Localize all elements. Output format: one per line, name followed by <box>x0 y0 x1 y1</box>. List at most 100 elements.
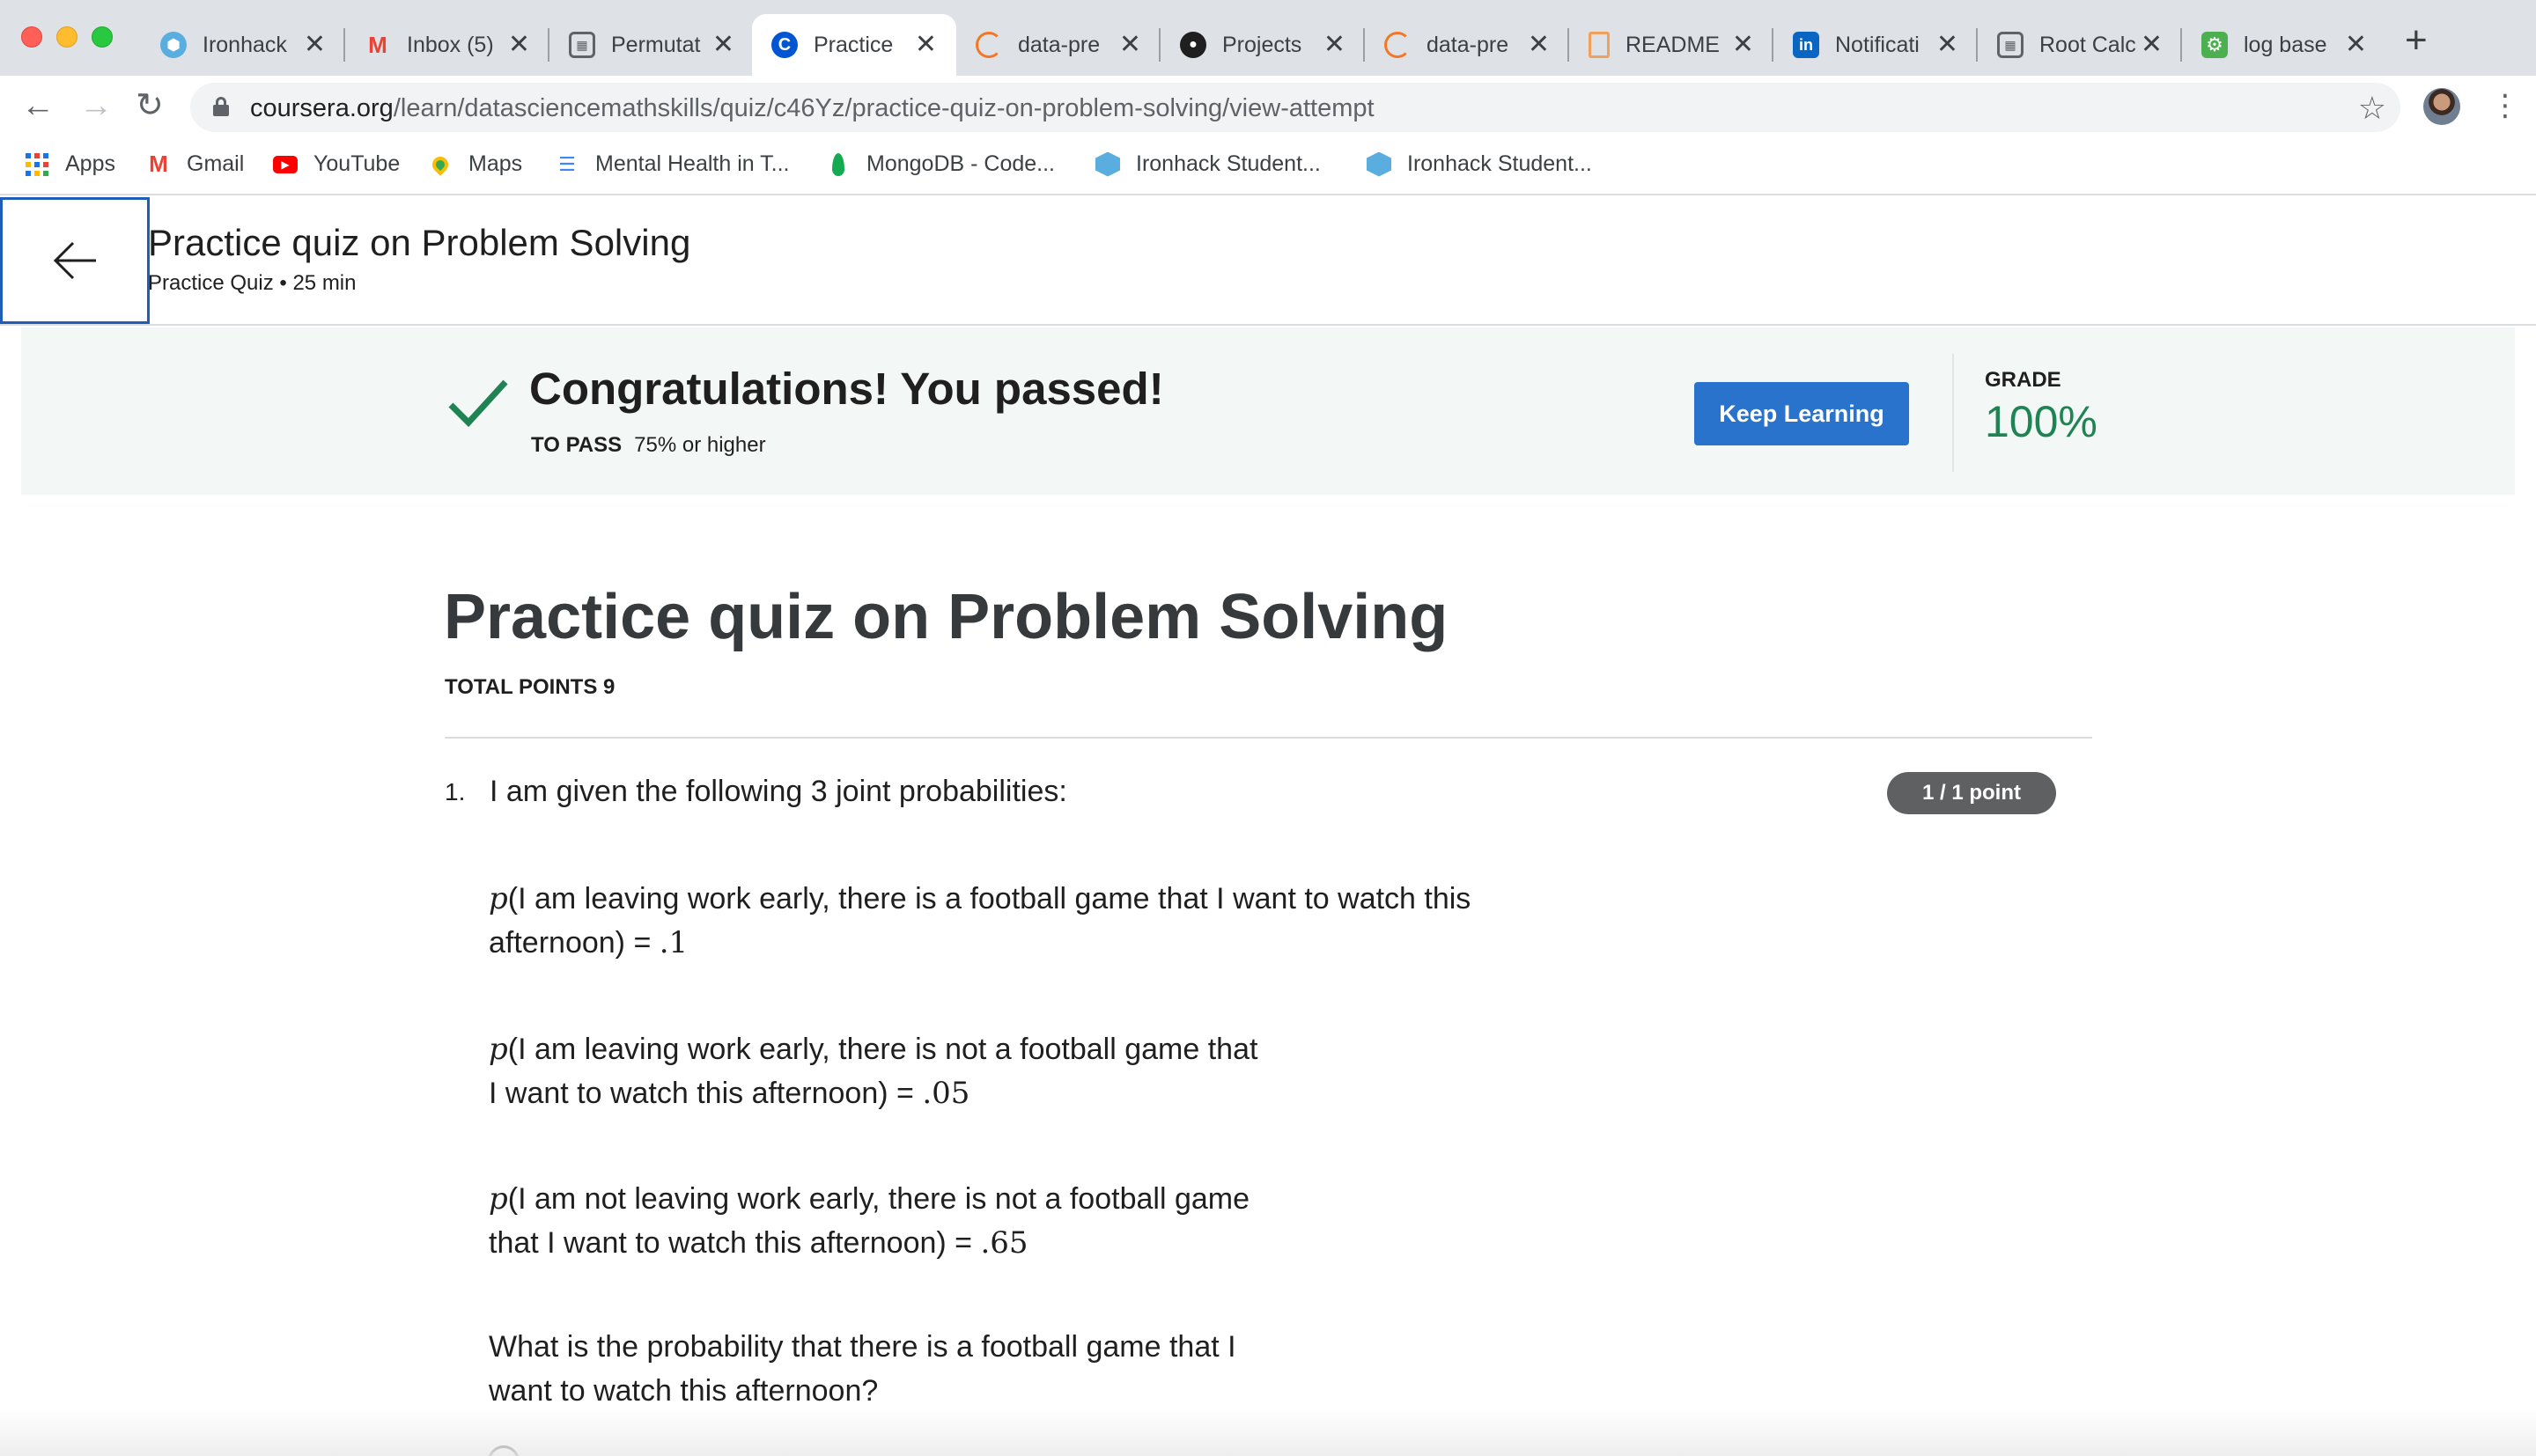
grade-value: 100% <box>1985 397 2097 446</box>
linkedin-icon: in <box>1793 32 1819 58</box>
apps-grid-icon <box>25 152 49 177</box>
jupyter-icon <box>1384 32 1411 58</box>
calculator-icon: ▦ <box>569 32 595 58</box>
tab-permutations[interactable]: ▦ Permutat ✕ <box>549 14 754 76</box>
gear-icon: ⚙ <box>2201 32 2228 58</box>
tab-ironhack[interactable]: ⬢ Ironhack ✕ <box>141 14 345 76</box>
bookmark-ironhack-2[interactable]: Ironhack Student... <box>1367 151 1592 177</box>
bookmark-label: Maps <box>468 151 523 176</box>
gmail-icon: M <box>149 151 168 177</box>
bookmark-icon: ☰ <box>558 152 576 175</box>
back-arrow-icon[interactable]: ← <box>21 88 55 123</box>
question-prompt: What is the probability that there is a … <box>489 1330 1236 1408</box>
question-text: I am given the following 3 joint probabi… <box>490 775 1067 808</box>
address-bar[interactable]: coursera.org/learn/datasciencemathskills… <box>190 83 2400 132</box>
bookmark-label: MongoDB - Code... <box>866 151 1055 176</box>
bookmark-label: YouTube <box>313 151 401 176</box>
bookmark-label: Ironhack Student... <box>1136 151 1321 176</box>
jupyter-icon <box>976 32 1002 58</box>
gmail-icon: M <box>368 31 387 58</box>
ironhack-icon: ⬢ <box>160 32 187 58</box>
tab-title: Ironhack <box>203 32 287 57</box>
tab-title: Inbox (5) <box>407 32 494 57</box>
bookmark-ironhack-1[interactable]: Ironhack Student... <box>1095 151 1321 177</box>
tab-root-calc[interactable]: ▦ Root Calc ✕ <box>1978 14 2182 76</box>
bookmark-gmail[interactable]: M Gmail <box>146 151 244 177</box>
back-arrow-icon <box>53 241 96 280</box>
tab-close-icon[interactable]: ✕ <box>1323 32 1345 58</box>
tab-title: README <box>1626 32 1720 57</box>
divider <box>1952 354 1954 472</box>
lock-icon <box>213 97 229 116</box>
keep-learning-button[interactable]: Keep Learning <box>1694 382 1909 445</box>
header-subtitle: Practice Quiz • 25 min <box>148 271 357 295</box>
tab-title: data-pre <box>1018 32 1101 57</box>
youtube-icon: ▶ <box>273 152 298 177</box>
grade-label: GRADE <box>1985 368 2061 392</box>
tab-log-base[interactable]: ⚙ log base ✕ <box>2182 14 2386 76</box>
checkmark-icon <box>448 379 508 428</box>
browser-tab-strip: ⬢ Ironhack ✕ M Inbox (5) ✕ ▦ Permutat ✕ … <box>0 0 2536 76</box>
total-points: TOTAL POINTS 9 <box>445 675 616 699</box>
back-button[interactable] <box>0 197 150 324</box>
bookmark-label: Mental Health in T... <box>595 151 790 176</box>
probability-statement: p(I am leaving work early, there is a fo… <box>489 881 1471 960</box>
browser-toolbar: ← → ↻ coursera.org/learn/datasciencemath… <box>0 76 2536 139</box>
to-pass-value: 75% or higher <box>634 433 766 457</box>
bookmark-maps[interactable]: Maps <box>428 151 522 177</box>
close-window-button[interactable] <box>21 26 42 48</box>
minimize-window-button[interactable] <box>56 26 77 48</box>
tab-close-icon[interactable]: ✕ <box>712 32 734 58</box>
tab-title: Root Calc <box>2039 32 2136 57</box>
file-icon <box>1589 32 1610 58</box>
calculator-icon: ▦ <box>1997 32 2024 58</box>
tab-practice-active[interactable]: C Practice ✕ <box>752 14 956 76</box>
tab-title: Permutat <box>611 32 701 57</box>
bookmark-apps[interactable]: Apps <box>25 151 115 177</box>
bookmark-mongodb[interactable]: MongoDB - Code... <box>826 151 1055 177</box>
ironhack-icon <box>1095 151 1120 177</box>
zoom-window-button[interactable] <box>92 26 113 48</box>
bookmark-label: Gmail <box>187 151 245 176</box>
tab-data-prep-1[interactable]: data-pre ✕ <box>956 14 1161 76</box>
github-icon: ● <box>1180 32 1206 58</box>
tab-close-icon[interactable]: ✕ <box>2345 32 2367 58</box>
tab-notifications[interactable]: in Notificati ✕ <box>1773 14 1978 76</box>
forward-arrow-icon[interactable]: → <box>79 88 113 123</box>
bookmark-mental-health[interactable]: ☰ Mental Health in T... <box>555 151 789 177</box>
tab-close-icon[interactable]: ✕ <box>1732 32 1754 58</box>
tab-close-icon[interactable]: ✕ <box>1528 32 1550 58</box>
bookmark-label: Ironhack Student... <box>1407 151 1592 176</box>
coursera-icon: C <box>771 32 798 58</box>
points-badge: 1 / 1 point <box>1887 772 2056 814</box>
ironhack-icon <box>1367 151 1391 177</box>
tab-inbox[interactable]: M Inbox (5) ✕ <box>345 14 549 76</box>
divider <box>445 737 2092 739</box>
quiz-header: Practice quiz on Problem Solving Practic… <box>0 197 2536 326</box>
tab-close-icon[interactable]: ✕ <box>915 32 937 58</box>
tab-title: Projects <box>1222 32 1302 57</box>
tab-title: data-pre <box>1426 32 1509 57</box>
tab-readme[interactable]: README ✕ <box>1569 14 1773 76</box>
bookmark-star-icon[interactable]: ☆ <box>2358 90 2386 127</box>
more-menu-icon[interactable]: ⋮ <box>2490 88 2520 123</box>
question-number: 1. <box>445 778 466 805</box>
bookmarks-bar: Apps M Gmail ▶ YouTube Maps ☰ Mental Hea… <box>0 139 2536 195</box>
bookmark-youtube[interactable]: ▶ YouTube <box>273 151 400 177</box>
reload-icon[interactable]: ↻ <box>136 88 164 123</box>
avatar[interactable] <box>2423 88 2460 125</box>
pass-message: Congratulations! You passed! <box>529 364 1164 414</box>
tab-close-icon[interactable]: ✕ <box>1119 32 1141 58</box>
tab-projects[interactable]: ● Projects ✕ <box>1161 14 1365 76</box>
tab-title: Notificati <box>1835 32 1920 57</box>
probability-statement: p(I am leaving work early, there is not … <box>489 1032 1258 1111</box>
tab-data-prep-2[interactable]: data-pre ✕ <box>1365 14 1569 76</box>
tab-close-icon[interactable]: ✕ <box>1936 32 1958 58</box>
result-banner: Congratulations! You passed! TO PASS 75% … <box>21 327 2515 495</box>
scroll-fade <box>0 1408 2536 1456</box>
tab-close-icon[interactable]: ✕ <box>508 32 530 58</box>
tab-close-icon[interactable]: ✕ <box>2141 32 2163 58</box>
tab-close-icon[interactable]: ✕ <box>304 32 326 58</box>
quiz-title: Practice quiz on Problem Solving <box>444 582 1449 652</box>
new-tab-button[interactable]: + <box>2405 21 2428 60</box>
